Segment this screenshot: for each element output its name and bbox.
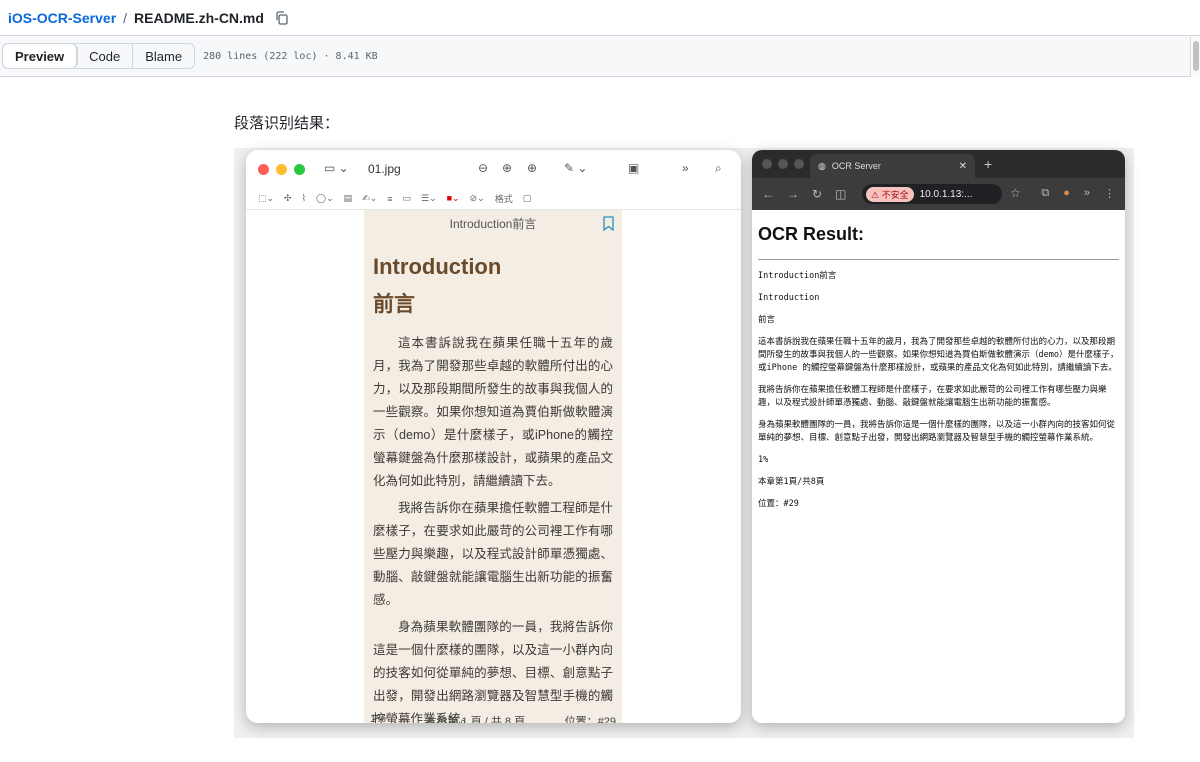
screenshot-image: ▭ ⌄ 01.jpg ⊖ ⊕ ⊕ ✎ ⌄ ▣ » ⌕ ⬚⌄ ✣ ⌇ ◯⌄ ▤ ✍…	[234, 148, 1134, 738]
text-icon: ▤	[343, 193, 353, 203]
title-zh: 前言	[373, 293, 415, 316]
zoom-icon	[294, 163, 305, 175]
result-line: Introduction	[758, 293, 820, 303]
progress-percent: 1%	[370, 713, 386, 723]
page-paragraph: 我將告訴你在蘋果擔任軟體工程師是什麼樣子，在要求如此嚴苛的公司裡工作有哪些壓力與…	[373, 501, 613, 607]
insecure-badge[interactable]: ⚠ 不安全	[866, 186, 914, 202]
result-line: 位置：#29	[758, 499, 799, 509]
tab-close-icon[interactable]: ✕	[959, 161, 967, 172]
image-icon: ▣	[628, 161, 640, 175]
close-icon	[762, 159, 772, 169]
reload-icon[interactable]: ↻	[812, 187, 822, 201]
preview-filename: 01.jpg	[368, 162, 401, 176]
breadcrumb-bar: iOS-OCR-Server / README.zh-CN.md	[0, 0, 1200, 36]
section-heading: 段落识别结果：	[234, 115, 340, 132]
page-header: Introduction前言	[449, 217, 537, 231]
menu-icon[interactable]: ⋮	[1104, 187, 1115, 200]
scrollbar[interactable]	[1190, 37, 1200, 77]
copy-icon[interactable]	[274, 10, 290, 26]
line-style-icon: ☰⌄	[421, 193, 437, 203]
browser-actions: ⧉ ● » ⋮	[1041, 187, 1115, 200]
comment-icon: ▢	[522, 193, 532, 203]
format-label: 格式	[494, 194, 513, 204]
title-en: Introduction	[373, 254, 502, 279]
zoom-in-icon: ⊕	[502, 161, 513, 175]
insecure-label: 不安全	[881, 189, 909, 200]
result-line: 1%	[758, 455, 769, 465]
new-tab-icon[interactable]: +	[984, 156, 992, 172]
tab-preview[interactable]: Preview	[3, 44, 78, 68]
star-icon[interactable]: ☆	[1010, 186, 1021, 200]
adjust-icon: ≡	[387, 193, 393, 204]
select-icon: ⬚⌄	[258, 193, 275, 203]
result-line: 身為蘋果軟體團隊的一員，我將告訴你這是一個什麼樣的團隊，以及這一小群內向的技客如…	[758, 420, 1116, 443]
divider	[758, 259, 1119, 260]
markup-toolbar: ⬚⌄ ✣ ⌇ ◯⌄ ▤ ✍⌄ ≡ ▭ ☰⌄ ■⌄ ⊘⌄ 格式 ▢	[246, 188, 741, 210]
shapes-icon: ◯⌄	[316, 193, 334, 203]
result-line: 我將告訴你在蘋果擔任軟體工程師是什麼樣子，在要求如此嚴苛的公司裡工作有哪些壓力與…	[758, 385, 1107, 408]
tab-title: OCR Server	[831, 161, 881, 171]
repo-link[interactable]: iOS-OCR-Server	[8, 10, 116, 26]
result-line: 本章第1頁/共8頁	[758, 477, 825, 487]
page-count: 本章第 1 頁 / 共 8 頁	[425, 716, 526, 723]
split-icon[interactable]: ◫	[835, 187, 846, 201]
result-line: 前言	[758, 315, 776, 325]
tab-code[interactable]: Code	[77, 44, 134, 68]
sign-icon: ✍⌄	[362, 193, 378, 203]
location: 位置：#29	[564, 716, 616, 723]
back-icon[interactable]: ←	[762, 187, 774, 201]
browser-tab[interactable]: ◍ OCR Server ✕	[810, 154, 975, 178]
minimize-icon	[276, 163, 287, 175]
note-icon: ▭	[402, 193, 412, 203]
zoom-out-icon: ⊖	[478, 161, 489, 175]
result-line: 這本書訴說我在蘋果任職十五年的歲月，我為了開發那些卓越的軟體所付出的心力，以及那…	[758, 337, 1119, 373]
file-toolbar: Preview Code Blame 280 lines (222 loc) ·…	[0, 36, 1200, 77]
browser-content: OCR Result: Introduction前言 Introduction …	[752, 210, 1125, 511]
bookmark-icon	[603, 216, 614, 231]
view-switcher: Preview Code Blame	[2, 43, 196, 69]
page-paragraph: 這本書訴說我在蘋果任職十五年的歲月，我為了開發那些卓越的軟體所付出的心力，以及那…	[373, 336, 613, 488]
file-name: README.zh-CN.md	[134, 9, 264, 26]
zoom-icon	[794, 159, 804, 169]
magic-icon: ✣	[284, 193, 292, 203]
result-line: Introduction前言	[758, 271, 837, 281]
browser-window: ◍ OCR Server ✕ + ← → ↻ ◫ ⚠ 不安全 10.0.1.13…	[752, 150, 1125, 723]
sketch-icon: ⌇	[301, 193, 306, 203]
preview-titlebar: ▭ ⌄ 01.jpg ⊖ ⊕ ⊕ ✎ ⌄ ▣ » ⌕	[246, 150, 741, 188]
search-icon: ⌕	[715, 161, 722, 175]
page-footer: 1% 本章第 1 頁 / 共 8 頁 位置：#29	[370, 713, 616, 723]
sidebar-icon: ▭ ⌄	[324, 161, 349, 175]
zoom-fit-icon: ⊕	[527, 161, 538, 175]
book-page: Introduction前言 Introduction 前言 這本書訴說我在蘋果…	[364, 210, 622, 723]
file-info: 280 lines (222 loc) · 8.41 KB	[203, 50, 378, 62]
browser-tabbar: ◍ OCR Server ✕ +	[752, 150, 1125, 178]
browser-address-bar: ← → ↻ ◫ ⚠ 不安全 10.0.1.13:... ☆ ⧉ ● » ⋮	[752, 178, 1125, 210]
extensions-icon[interactable]: ⧉	[1041, 187, 1049, 200]
breadcrumb-separator: /	[123, 9, 128, 26]
page-paragraph: 身為蘋果軟體團隊的一員，我將告訴你這是一個什麼樣的團隊，以及這一小群內向的技客如…	[373, 620, 613, 723]
tab-blame[interactable]: Blame	[133, 44, 194, 68]
minimize-icon	[778, 159, 788, 169]
close-icon	[258, 163, 269, 175]
fill-color-icon: ⊘⌄	[469, 193, 485, 203]
result-title: OCR Result:	[758, 224, 865, 244]
avatar[interactable]: ●	[1063, 187, 1070, 200]
url-text: 10.0.1.13:...	[919, 188, 973, 200]
url-field[interactable]: ⚠ 不安全 10.0.1.13:...	[862, 184, 1002, 204]
globe-icon: ◍	[818, 160, 826, 171]
forward-icon[interactable]: →	[787, 187, 799, 201]
more-icon[interactable]: »	[1084, 187, 1090, 200]
more-icon: »	[682, 161, 689, 175]
markup-icon: ✎ ⌄	[564, 161, 588, 175]
border-color-icon: ■⌄	[446, 193, 460, 203]
preview-window: ▭ ⌄ 01.jpg ⊖ ⊕ ⊕ ✎ ⌄ ▣ » ⌕ ⬚⌄ ✣ ⌇ ◯⌄ ▤ ✍…	[246, 150, 741, 723]
